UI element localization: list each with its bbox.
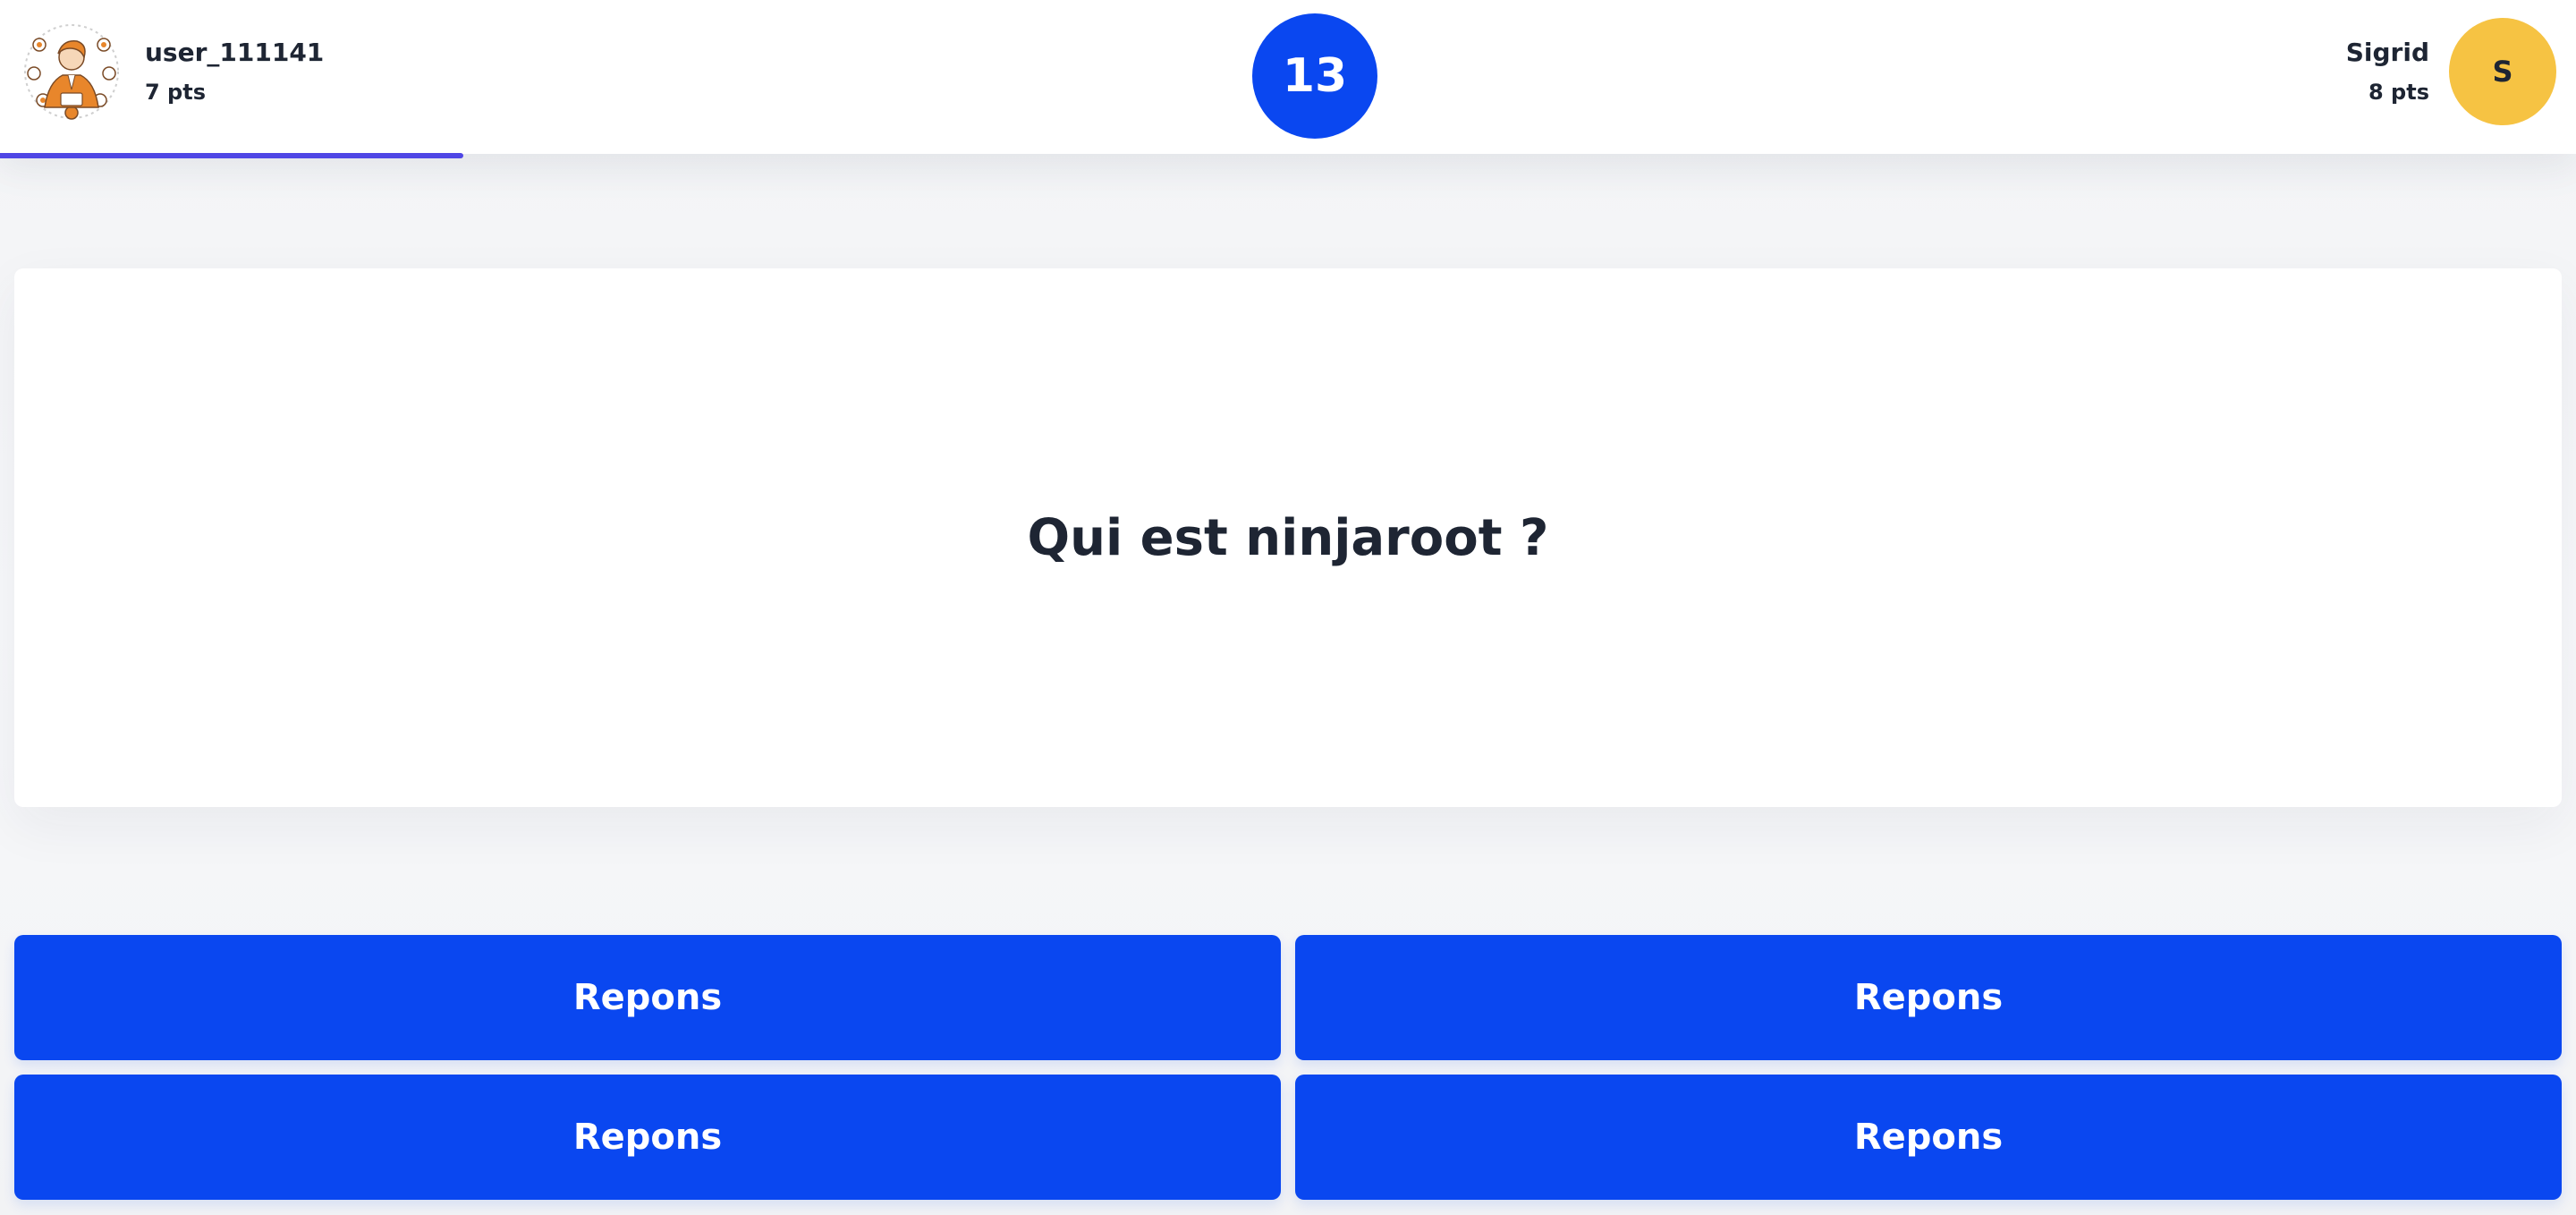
player-right-info: Sigrid 8 pts (2346, 36, 2429, 107)
answer-button-4[interactable]: Repons (1295, 1075, 2562, 1200)
player-left: user_111141 7 pts (18, 18, 324, 125)
answer-button-1[interactable]: Repons (14, 935, 1281, 1060)
illustrated-person-avatar-icon (24, 24, 119, 120)
answer-button-3[interactable]: Repons (14, 1075, 1281, 1200)
player-left-info: user_111141 7 pts (145, 36, 324, 107)
game-header: user_111141 7 pts 13 Sigrid 8 pts S (0, 0, 2576, 154)
opponent-avatar: S (2449, 18, 2556, 125)
question-card: Qui est ninjaroot ? (14, 268, 2562, 807)
progress-bar-fill (0, 153, 464, 158)
player-right-name: Sigrid (2345, 38, 2429, 67)
player-left-points: 7 pts (145, 80, 206, 105)
avatar (18, 18, 125, 125)
player-right-points: 8 pts (2368, 80, 2429, 105)
player-right: Sigrid 8 pts S (2346, 18, 2556, 125)
answer-button-2[interactable]: Repons (1295, 935, 2562, 1060)
player-left-name: user_111141 (145, 38, 325, 67)
question-text: Qui est ninjaroot ? (1027, 508, 1549, 567)
answers-grid: Repons Repons Repons Repons (14, 935, 2562, 1200)
countdown-timer: 13 (1252, 13, 1377, 139)
progress-bar (0, 153, 2576, 158)
quiz-page: user_111141 7 pts 13 Sigrid 8 pts S Qui … (0, 0, 2576, 1215)
